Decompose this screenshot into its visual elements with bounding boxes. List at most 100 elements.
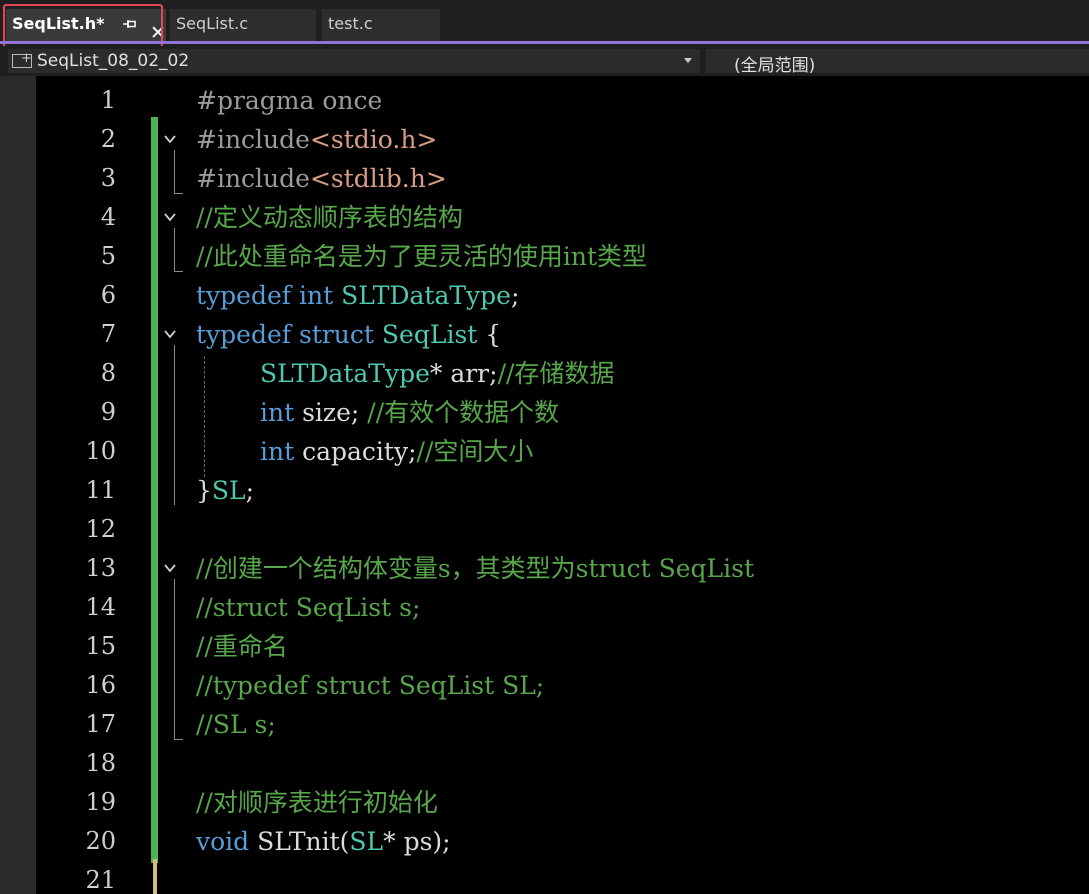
code-line[interactable]: 2 #include<stdio.h> [36, 120, 1089, 159]
fold-region-end [174, 271, 183, 272]
fold-region-line [174, 345, 175, 505]
code-token: int [298, 281, 334, 310]
code-token: } [196, 476, 212, 505]
code-line[interactable]: 19 //对顺序表进行初始化 [36, 783, 1089, 822]
code-token: #pragma once [196, 86, 383, 115]
code-line[interactable]: 4 //定义动态顺序表的结构 [36, 198, 1089, 237]
code-token: typedef [196, 281, 292, 310]
code-token: //typedef struct SeqList SL; [196, 671, 545, 700]
code-line[interactable]: 12 [36, 510, 1089, 549]
editor-left-margin [0, 76, 36, 894]
code-line[interactable]: 11}SL; [36, 471, 1089, 510]
code-text: //创建一个结构体变量s，其类型为struct SeqList [196, 549, 754, 588]
code-token: SeqList [381, 320, 478, 349]
code-text: //typedef struct SeqList SL; [196, 666, 544, 705]
code-token: //创建一个结构体变量s，其类型为struct SeqList [196, 554, 754, 583]
line-number: 10 [85, 437, 116, 465]
code-line[interactable]: 1 #pragma once [36, 81, 1089, 120]
code-text: typedef int SLTDataType; [196, 276, 519, 315]
project-name: SeqList_08_02_02 [37, 51, 190, 71]
code-line[interactable]: 7 typedef struct SeqList { [36, 315, 1089, 354]
code-line[interactable]: 9 int size; //有效个数据个数 [36, 393, 1089, 432]
code-token: { [477, 320, 502, 349]
fold-region-line [174, 579, 175, 739]
code-line[interactable]: 21 [36, 861, 1089, 894]
tab-label: SeqList.h* [12, 14, 105, 33]
tab-label: SeqList.c [176, 14, 249, 33]
pin-icon[interactable] [122, 18, 138, 30]
code-line[interactable]: 8 SLTDataType* arr;//存储数据 [36, 354, 1089, 393]
code-token: int [260, 437, 295, 466]
scope-label: (全局范围) [734, 56, 816, 76]
line-number: 17 [85, 710, 116, 738]
project-dropdown[interactable]: SeqList_08_02_02 [8, 49, 700, 73]
tab-test-c[interactable]: test.c [322, 9, 440, 41]
code-editor[interactable]: 1 #pragma once 2 #include<stdio.h> 3 #include… [36, 76, 1089, 894]
line-number: 19 [85, 788, 116, 816]
navigation-bar: SeqList_08_02_02 (全局范围) [0, 46, 1089, 76]
line-number: 13 [85, 554, 116, 582]
tab-label: test.c [328, 14, 373, 33]
code-token: capacity; [294, 437, 417, 466]
code-line[interactable]: 15 //重命名 [36, 627, 1089, 666]
code-text: //重命名 [196, 627, 288, 666]
code-token: * ps); [383, 827, 451, 856]
line-number: 8 [100, 359, 116, 387]
fold-region-line [174, 228, 175, 271]
code-token: void [196, 827, 250, 856]
code-token: ; [510, 281, 520, 310]
document-tab-bar: SeqList.h* ✕ SeqList.c test.c [0, 0, 1089, 48]
code-line[interactable]: 18 [36, 744, 1089, 783]
fold-chevron-icon[interactable] [163, 561, 177, 575]
code-token: SL [211, 476, 246, 505]
code-token: //有效个数据个数 [367, 398, 560, 427]
fold-chevron-icon[interactable] [163, 327, 177, 341]
line-number: 11 [85, 476, 116, 504]
code-token: SLTDataType [341, 281, 511, 310]
code-text: #include<stdlib.h> [196, 159, 447, 198]
code-line[interactable]: 5 //此处重命名是为了更灵活的使用int类型 [36, 237, 1089, 276]
code-token: <stdlib.h> [309, 164, 447, 193]
code-line[interactable]: 16 //typedef struct SeqList SL; [36, 666, 1089, 705]
tab-seqlist-h[interactable]: SeqList.h* ✕ [6, 9, 166, 43]
line-number: 12 [85, 515, 116, 543]
code-line[interactable]: 13 //创建一个结构体变量s，其类型为struct SeqList [36, 549, 1089, 588]
chevron-down-icon[interactable] [684, 58, 692, 63]
scope-dropdown[interactable]: (全局范围) [706, 49, 1089, 76]
line-number: 16 [85, 671, 116, 699]
code-line[interactable]: 3 #include<stdlib.h> [36, 159, 1089, 198]
code-token: SL [349, 827, 384, 856]
tab-seqlist-c[interactable]: SeqList.c [170, 9, 316, 41]
code-text: SLTDataType* arr;//存储数据 [260, 354, 614, 393]
fold-region-end [174, 193, 183, 194]
code-token: //重命名 [196, 632, 288, 661]
code-text: //对顺序表进行初始化 [196, 783, 438, 822]
line-number: 5 [100, 242, 116, 270]
code-token: int [260, 398, 295, 427]
code-line[interactable]: 14 //struct SeqList s; [36, 588, 1089, 627]
fold-chevron-icon[interactable] [163, 210, 177, 224]
line-number: 1 [100, 86, 116, 114]
code-line[interactable]: 20 void SLTnit(SL* ps); [36, 822, 1089, 861]
code-token: size; [294, 398, 368, 427]
fold-chevron-icon[interactable] [163, 132, 177, 146]
line-number: 4 [100, 203, 116, 231]
code-text: #include<stdio.h> [196, 120, 437, 159]
fold-region-line [174, 150, 175, 193]
code-line[interactable]: 17 //SL s; [36, 705, 1089, 744]
code-token: <stdio.h> [309, 125, 438, 154]
line-number: 20 [85, 827, 116, 855]
line-number: 9 [100, 398, 116, 426]
code-token: //struct SeqList s; [196, 593, 421, 622]
code-token: ; [245, 476, 255, 505]
code-token: //空间大小 [416, 437, 534, 466]
code-line[interactable]: 6 typedef int SLTDataType; [36, 276, 1089, 315]
line-number: 6 [100, 281, 116, 309]
code-token: SLTnit( [249, 827, 350, 856]
code-token: SLTDataType [260, 359, 430, 388]
code-line[interactable]: 10 int capacity;//空间大小 [36, 432, 1089, 471]
tab-accent-line [0, 41, 1089, 44]
line-number: 2 [100, 125, 116, 153]
